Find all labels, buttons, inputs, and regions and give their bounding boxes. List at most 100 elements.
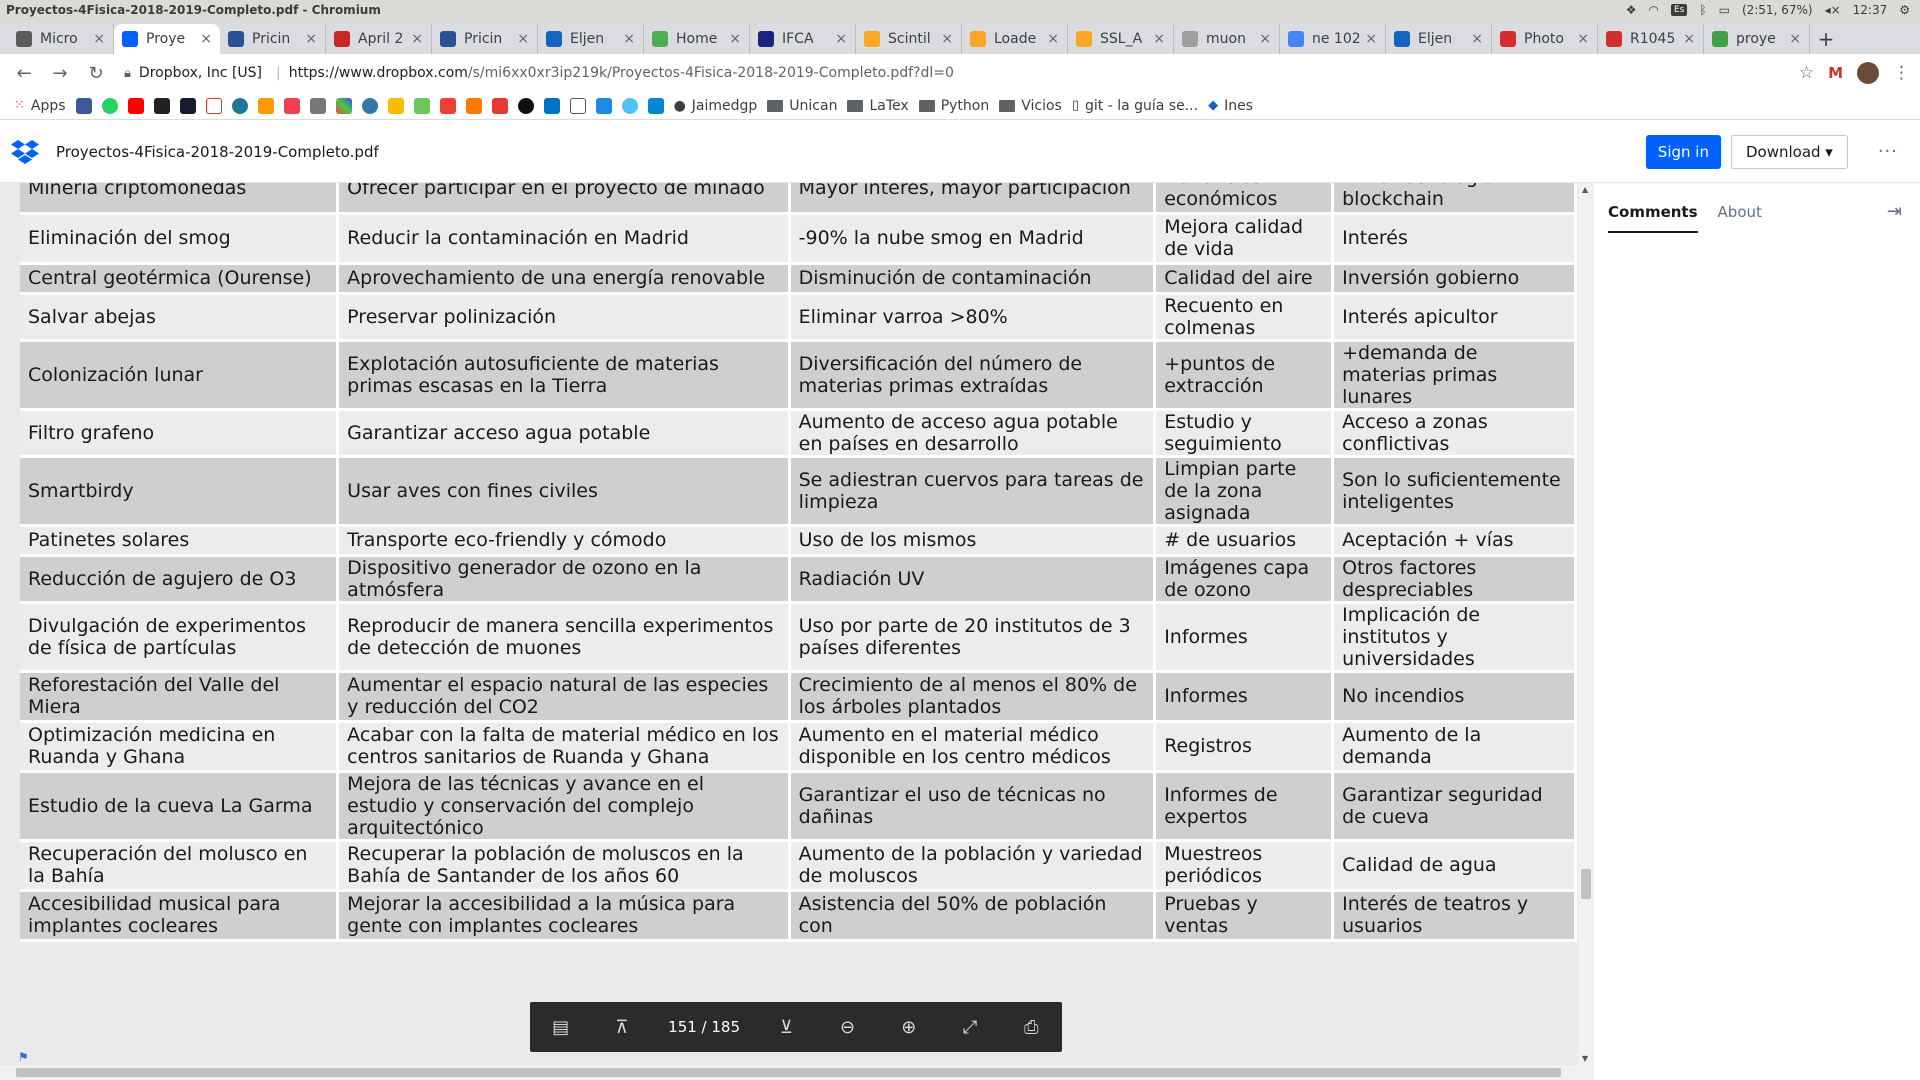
- browser-tab[interactable]: Micro ×: [8, 24, 114, 54]
- blue-app-icon[interactable]: [595, 97, 612, 114]
- tab-close-icon[interactable]: ×: [835, 31, 847, 47]
- browser-tab[interactable]: proye ×: [1704, 24, 1810, 54]
- reload-icon[interactable]: ↻: [82, 59, 110, 87]
- amazon-icon[interactable]: [257, 97, 274, 114]
- browser-tab[interactable]: Proye ×: [114, 24, 220, 54]
- tab-comments[interactable]: Comments: [1608, 203, 1698, 233]
- keep-notes-icon[interactable]: [387, 97, 404, 114]
- bookmark-folder-latex[interactable]: LaTex: [847, 98, 909, 114]
- tab-close-icon[interactable]: ×: [411, 31, 423, 47]
- outlook-icon[interactable]: [543, 97, 560, 114]
- browser-tab[interactable]: Scintil ×: [856, 24, 962, 54]
- tab-close-icon[interactable]: ×: [1365, 31, 1377, 47]
- tab-close-icon[interactable]: ×: [1577, 31, 1589, 47]
- bookmark-folder-unican[interactable]: Unican: [767, 98, 837, 114]
- sign-in-button[interactable]: Sign in: [1645, 134, 1721, 169]
- browser-tab[interactable]: Eljen ×: [538, 24, 644, 54]
- volume-icon[interactable]: ◂×: [1825, 3, 1841, 17]
- scroll-up-arrow-icon[interactable]: ▲: [1582, 185, 1588, 194]
- sidebar-toggle-icon[interactable]: ▤: [546, 1012, 576, 1042]
- more-options-icon[interactable]: ···: [1878, 141, 1898, 162]
- browser-tab[interactable]: April 2 ×: [326, 24, 432, 54]
- unican-icon[interactable]: [647, 97, 664, 114]
- tab-close-icon[interactable]: ×: [941, 31, 953, 47]
- tab-close-icon[interactable]: ×: [1789, 31, 1801, 47]
- browser-tab[interactable]: R1045 ×: [1598, 24, 1704, 54]
- tab-close-icon[interactable]: ×: [93, 31, 105, 47]
- bookmark-star-icon[interactable]: ☆: [1799, 63, 1814, 83]
- horizontal-scrollbar[interactable]: [0, 1065, 1594, 1080]
- feedly-icon[interactable]: [413, 97, 430, 114]
- page-counter[interactable]: 151 / 185: [668, 1018, 740, 1036]
- pocket-icon[interactable]: [283, 97, 300, 114]
- bookmark-jaimedgp[interactable]: ● Jaimedgp: [674, 98, 758, 114]
- browser-tab[interactable]: IFCA ×: [750, 24, 856, 54]
- gmail-extension-icon[interactable]: M: [1828, 64, 1843, 82]
- zoom-out-icon[interactable]: ⊖: [833, 1012, 863, 1042]
- bookmark-ines[interactable]: ◆ Ines: [1208, 98, 1253, 114]
- tab-close-icon[interactable]: ×: [1153, 31, 1165, 47]
- wordreference-icon[interactable]: [205, 97, 222, 114]
- scroll-down-arrow-icon[interactable]: ▼: [1582, 1054, 1588, 1063]
- spotify-icon[interactable]: [517, 97, 534, 114]
- address-bar[interactable]: 🔒︎ Dropbox, Inc [US] | https://www.dropb…: [118, 58, 1791, 88]
- gmail-bookmark-icon[interactable]: [439, 97, 456, 114]
- youtube-icon[interactable]: [127, 97, 144, 114]
- collapse-panel-icon[interactable]: ⇥: [1887, 201, 1902, 222]
- bitcoin-icon[interactable]: [153, 97, 170, 114]
- pdf-viewer[interactable]: Minería criptomonedas Ofrecer participar …: [0, 183, 1594, 1080]
- orange-app-icon[interactable]: [465, 97, 482, 114]
- browser-tab[interactable]: SSL_A ×: [1068, 24, 1174, 54]
- facebook-icon[interactable]: [75, 97, 92, 114]
- bookmark-apps[interactable]: ⁙ Apps: [14, 98, 66, 114]
- tab-close-icon[interactable]: ×: [729, 31, 741, 47]
- profile-avatar[interactable]: [1857, 62, 1879, 84]
- browser-tab[interactable]: Eljen ×: [1386, 24, 1492, 54]
- tab-close-icon[interactable]: ×: [305, 31, 317, 47]
- tab-close-icon[interactable]: ×: [517, 31, 529, 47]
- battery-icon[interactable]: ▭: [1719, 3, 1730, 17]
- chrome-menu-icon[interactable]: ⋮: [1893, 63, 1910, 83]
- dropbox-logo-icon[interactable]: [10, 139, 40, 165]
- whatsapp-icon[interactable]: [101, 97, 118, 114]
- tab-close-icon[interactable]: ×: [200, 31, 212, 47]
- print-icon[interactable]: ⎙: [1016, 1012, 1046, 1042]
- next-page-icon[interactable]: ⊻: [771, 1012, 801, 1042]
- colorful-app-icon[interactable]: [335, 97, 352, 114]
- browser-tab[interactable]: Home ×: [644, 24, 750, 54]
- fullscreen-icon[interactable]: ⤢: [955, 1012, 985, 1042]
- tab-close-icon[interactable]: ×: [623, 31, 635, 47]
- download-button[interactable]: Download ▾: [1730, 134, 1848, 169]
- forward-arrow-icon[interactable]: →: [46, 59, 74, 87]
- bookmark-generic-icon[interactable]: [309, 97, 326, 114]
- tab-close-icon[interactable]: ×: [1471, 31, 1483, 47]
- browser-tab[interactable]: Pricin ×: [220, 24, 326, 54]
- tab-close-icon[interactable]: ×: [1047, 31, 1059, 47]
- bookmark-git-guide[interactable]: ▯ git - la guía se...: [1072, 98, 1198, 114]
- wordpress-icon[interactable]: [231, 97, 248, 114]
- red-app-icon[interactable]: [491, 97, 508, 114]
- browser-tab[interactable]: Pricin ×: [432, 24, 538, 54]
- keyboard-layout-badge[interactable]: Es: [1671, 4, 1688, 16]
- clock[interactable]: 12:37: [1853, 3, 1888, 17]
- vertical-scrollbar[interactable]: ▲ ▼: [1578, 183, 1594, 1065]
- tab-close-icon[interactable]: ×: [1683, 31, 1695, 47]
- wifi-icon[interactable]: ◠: [1649, 3, 1659, 17]
- python-icon[interactable]: [361, 97, 378, 114]
- bluetooth-icon[interactable]: ᛒ: [1699, 3, 1706, 17]
- browser-tab[interactable]: muon ×: [1174, 24, 1280, 54]
- document-icon[interactable]: [569, 97, 586, 114]
- circle-app-icon[interactable]: [621, 97, 638, 114]
- horizontal-scroll-thumb[interactable]: [16, 1068, 1561, 1077]
- new-tab-icon[interactable]: +: [1810, 24, 1842, 54]
- exchange-icon[interactable]: [179, 97, 196, 114]
- back-arrow-icon[interactable]: ←: [10, 59, 38, 87]
- bookmark-folder-vicios[interactable]: Vicios: [999, 98, 1062, 114]
- tab-about[interactable]: About: [1718, 203, 1762, 233]
- bookmark-folder-python[interactable]: Python: [918, 98, 989, 114]
- settings-gear-icon[interactable]: ⚙: [1899, 3, 1910, 17]
- tab-close-icon[interactable]: ×: [1259, 31, 1271, 47]
- feedback-flag-icon[interactable]: ⚑: [18, 1050, 29, 1064]
- vertical-scroll-thumb[interactable]: [1581, 869, 1591, 899]
- dropbox-tray-icon[interactable]: ❖: [1626, 3, 1637, 17]
